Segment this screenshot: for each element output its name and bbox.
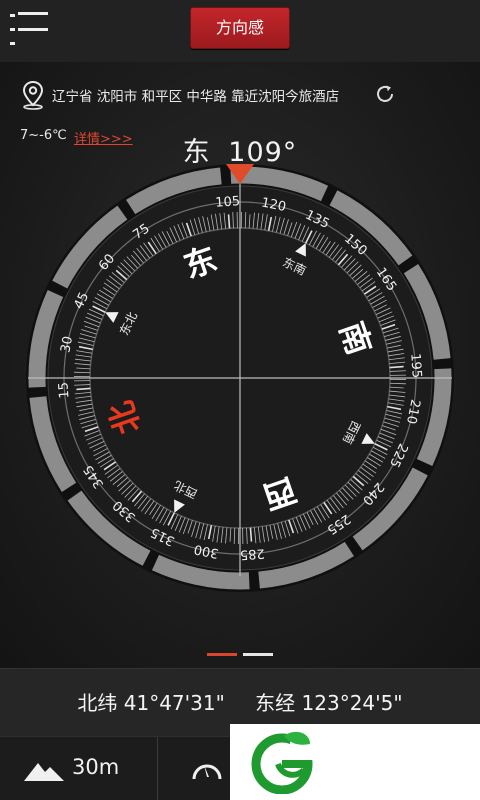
altitude-value: 30m (72, 755, 120, 779)
top-bar: 方向感 (0, 0, 480, 62)
page-dot[interactable] (243, 653, 273, 656)
degree-label: 195 (407, 353, 424, 379)
longitude: 东经 123°24'5" (255, 691, 403, 715)
tick-mark (76, 387, 91, 391)
compass-dial[interactable]: 105 1201351501651952102252402552853003153… (0, 150, 480, 610)
tick-mark (389, 382, 406, 385)
page-dot-active[interactable] (207, 653, 237, 656)
mountain-icon (24, 763, 64, 781)
degree-label: 30 (58, 335, 76, 354)
hamburger-menu-icon[interactable] (10, 12, 50, 48)
app-title-button[interactable]: 方向感 (190, 7, 290, 49)
speedometer-icon[interactable] (190, 755, 224, 783)
tick-mark (249, 527, 253, 542)
tick-mark (227, 214, 231, 229)
tick-mark (74, 371, 91, 374)
green-leaf-logo (251, 731, 314, 794)
ad-banner[interactable] (230, 724, 480, 800)
altitude-cell[interactable]: 30m (0, 737, 158, 800)
page-indicator (207, 653, 277, 657)
refresh-icon[interactable] (374, 83, 396, 105)
tick-mark (244, 212, 247, 229)
location-bar: 辽宁省 沈阳市 和平区 中华路 靠近沈阳今旅酒店 (22, 80, 339, 110)
location-pin-icon (22, 80, 44, 110)
degree-label: 15 (56, 382, 72, 400)
tick-mark (389, 365, 404, 369)
tick-mark (233, 527, 236, 544)
degree-label: 105 (215, 194, 241, 211)
latitude: 北纬 41°47'31" (77, 691, 225, 715)
location-text: 辽宁省 沈阳市 和平区 中华路 靠近沈阳今旅酒店 (52, 89, 340, 105)
degree-label: 285 (239, 545, 265, 562)
